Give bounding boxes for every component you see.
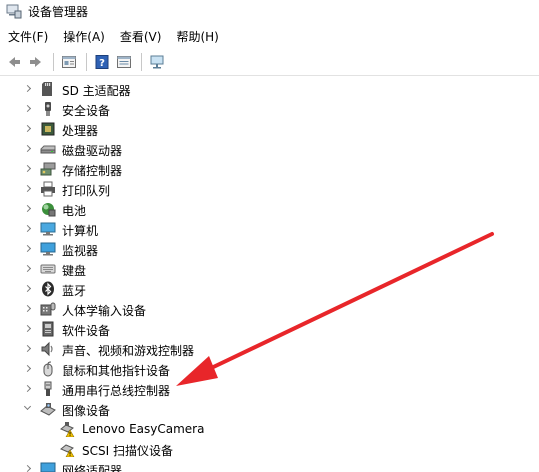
tree-item-sd-host[interactable]: SD 主适配器: [0, 79, 539, 99]
chevron-down-icon[interactable]: [24, 405, 32, 413]
printer-icon: [40, 181, 56, 197]
tree-item-label: 磁盘驱动器: [62, 144, 123, 158]
bluetooth-icon: [40, 281, 56, 297]
monitor-scan-icon[interactable]: [147, 52, 167, 72]
menu-file[interactable]: 文件(F): [0, 28, 55, 45]
usb-icon: [40, 381, 56, 397]
back-arrow-icon[interactable]: [4, 52, 24, 72]
toolbar-separator: [86, 52, 87, 71]
chevron-right-icon[interactable]: [24, 145, 32, 153]
chevron-right-icon[interactable]: [24, 125, 32, 133]
scanner-warning-icon: [60, 441, 76, 458]
tree-item-network-adapters[interactable]: 网络适配器: [0, 459, 539, 472]
tree-item-scsi-scanner[interactable]: SCSI 扫描仪设备: [0, 439, 539, 459]
monitor-icon: [40, 241, 56, 257]
network-adapter-icon: [40, 461, 56, 472]
tree-item-label: Lenovo EasyCamera: [82, 422, 205, 436]
tree-item-label: 电池: [62, 204, 87, 218]
toolbar-separator: [141, 52, 142, 71]
chevron-right-icon[interactable]: [24, 85, 32, 93]
tree-item-label: SD 主适配器: [62, 84, 131, 98]
tree-item-label: 存储控制器: [62, 164, 123, 178]
tree-item-processor[interactable]: 处理器: [0, 119, 539, 139]
tree-item-batteries[interactable]: 电池: [0, 199, 539, 219]
tree-item-lenovo-easycamera[interactable]: Lenovo EasyCamera: [0, 419, 539, 439]
battery-icon: [40, 201, 56, 217]
properties-icon[interactable]: [59, 52, 79, 72]
tree-item-usb-controllers[interactable]: 通用串行总线控制器: [0, 379, 539, 399]
keyboard-icon: [40, 261, 56, 277]
camera-warning-icon: [60, 421, 76, 438]
tree-item-label: 软件设备: [62, 324, 111, 338]
chevron-right-icon[interactable]: [24, 265, 32, 273]
storage-controller-icon: [40, 161, 56, 177]
tree-item-label: 图像设备: [62, 404, 111, 418]
window-title: 设备管理器: [28, 4, 89, 19]
tree-item-keyboards[interactable]: 键盘: [0, 259, 539, 279]
computer-icon: [40, 221, 56, 237]
chevron-right-icon[interactable]: [24, 465, 32, 472]
menu-help[interactable]: 帮助(H): [168, 28, 225, 45]
tree-item-computer[interactable]: 计算机: [0, 219, 539, 239]
tree-item-label: 声音、视频和游戏控制器: [62, 344, 195, 358]
software-device-icon: [40, 321, 56, 337]
tree-item-label: 网络适配器: [62, 464, 123, 472]
tree-item-storage-controllers[interactable]: 存储控制器: [0, 159, 539, 179]
camera-icon: [40, 401, 56, 417]
speaker-icon: [40, 341, 56, 357]
tree-item-label: 处理器: [62, 124, 99, 138]
tree-item-security[interactable]: 安全设备: [0, 99, 539, 119]
disk-drive-icon: [40, 141, 56, 157]
tree-item-hid[interactable]: 人体学输入设备: [0, 299, 539, 319]
tree-item-label: 键盘: [62, 264, 87, 278]
tree-item-print-queues[interactable]: 打印队列: [0, 179, 539, 199]
chevron-right-icon[interactable]: [24, 245, 32, 253]
title-bar: 设备管理器: [0, 0, 539, 22]
security-key-icon: [40, 101, 56, 117]
chevron-right-icon[interactable]: [24, 185, 32, 193]
tree-item-label: 通用串行总线控制器: [62, 384, 171, 398]
mouse-icon: [40, 361, 56, 377]
view-icon[interactable]: [114, 52, 134, 72]
tree-item-mice[interactable]: 鼠标和其他指针设备: [0, 359, 539, 379]
menu-view[interactable]: 查看(V): [112, 28, 169, 45]
chevron-right-icon[interactable]: [24, 225, 32, 233]
chevron-right-icon[interactable]: [24, 165, 32, 173]
tree-item-monitors[interactable]: 监视器: [0, 239, 539, 259]
tree-item-disk-drives[interactable]: 磁盘驱动器: [0, 139, 539, 159]
tree-item-label: 蓝牙: [62, 284, 87, 298]
menu-action[interactable]: 操作(A): [55, 28, 112, 45]
tree-item-label: 人体学输入设备: [62, 304, 147, 318]
tree-item-bluetooth[interactable]: 蓝牙: [0, 279, 539, 299]
tree-item-label: 打印队列: [62, 184, 111, 198]
tree-item-label: SCSI 扫描仪设备: [82, 444, 173, 458]
svg-text:?: ?: [99, 58, 105, 69]
cpu-icon: [40, 121, 56, 137]
chevron-right-icon[interactable]: [24, 365, 32, 373]
tree-item-label: 监视器: [62, 244, 99, 258]
chevron-right-icon[interactable]: [24, 285, 32, 293]
chevron-right-icon[interactable]: [24, 305, 32, 313]
toolbar-separator: [53, 52, 54, 71]
chevron-right-icon[interactable]: [24, 345, 32, 353]
tree-item-label: 计算机: [62, 224, 99, 238]
chevron-right-icon[interactable]: [24, 105, 32, 113]
chevron-right-icon[interactable]: [24, 385, 32, 393]
tree-item-software-devices[interactable]: 软件设备: [0, 319, 539, 339]
tree-item-sound-video-game[interactable]: 声音、视频和游戏控制器: [0, 339, 539, 359]
help-icon[interactable]: ?: [92, 52, 112, 72]
tree-item-imaging-devices[interactable]: 图像设备: [0, 399, 539, 419]
tree-item-label: 鼠标和其他指针设备: [62, 364, 171, 378]
menu-bar: 文件(F) 操作(A) 查看(V) 帮助(H): [0, 26, 226, 46]
hid-icon: [40, 301, 56, 317]
chevron-right-icon[interactable]: [24, 325, 32, 333]
toolbar: ?: [0, 48, 539, 76]
chevron-right-icon[interactable]: [24, 205, 32, 213]
forward-arrow-icon[interactable]: [26, 52, 46, 72]
sd-card-icon: [40, 81, 56, 97]
tree-item-label: 安全设备: [62, 104, 111, 118]
device-manager-icon: [6, 3, 22, 19]
